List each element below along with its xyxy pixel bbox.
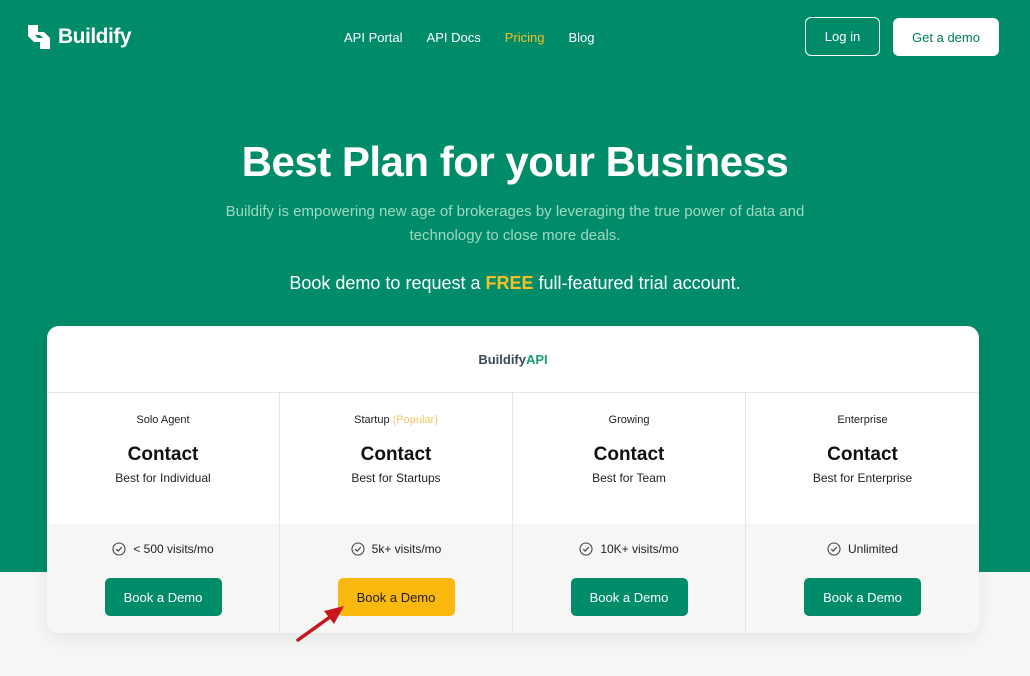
hero-subtitle: Buildify is empowering new age of broker… <box>225 203 805 244</box>
nav-pricing[interactable]: Pricing <box>493 29 557 47</box>
red-arrow-icon <box>296 606 344 642</box>
plan-name: Enterprise <box>746 414 979 428</box>
page-title: Best Plan for your Business <box>241 138 789 185</box>
plan-name-label: Startup <box>354 414 390 426</box>
card-brand-prefix: Buildify <box>478 351 526 367</box>
plan-feature: 5k+ visits/mo <box>280 541 512 557</box>
plan-feature: Unlimited <box>746 541 979 557</box>
book-demo-button-solo-agent[interactable]: Book a Demo <box>104 578 222 616</box>
login-button[interactable]: Log in <box>805 17 880 56</box>
plan-feature-label: 10K+ visits/mo <box>600 542 679 556</box>
plan-name: Solo Agent <box>47 414 279 428</box>
nav-blog[interactable]: Blog <box>556 29 606 47</box>
plan-header: Solo Agent Contact Best for Individual <box>47 393 279 524</box>
plan-feature: 10K+ visits/mo <box>513 541 745 557</box>
get-demo-button[interactable]: Get a demo <box>893 18 999 56</box>
plan-footer: < 500 visits/mo Book a Demo <box>47 524 279 633</box>
plan-feature: < 500 visits/mo <box>47 541 279 557</box>
plan-description: Best for Startups <box>351 471 441 485</box>
plans-row: Solo Agent Contact Best for Individual <… <box>47 393 979 633</box>
cta-text-before: Book demo to request a <box>289 273 486 293</box>
logo[interactable]: Buildify <box>26 22 132 52</box>
plan-footer: Unlimited Book a Demo <box>746 524 979 633</box>
check-circle-icon <box>827 542 841 556</box>
cta-text-after: full-featured trial account. <box>533 273 741 293</box>
plan-price: Contact <box>360 444 432 465</box>
brand-name: Buildify <box>58 25 132 48</box>
plan-enterprise: Enterprise Contact Best for Enterprise U… <box>746 393 979 633</box>
plan-footer: 10K+ visits/mo Book a Demo <box>513 524 745 633</box>
plan-solo-agent: Solo Agent Contact Best for Individual <… <box>47 393 280 633</box>
hero-cta-text: Book demo to request a FREE full-feature… <box>0 273 1030 294</box>
book-demo-button-enterprise[interactable]: Book a Demo <box>804 578 921 616</box>
plan-header: Growing Contact Best for Team <box>513 393 745 524</box>
book-demo-button-growing[interactable]: Book a Demo <box>570 578 688 616</box>
card-header: Buildify API <box>47 326 979 393</box>
plan-feature-label: 5k+ visits/mo <box>371 542 442 556</box>
popular-tag: (Popular) <box>392 414 438 426</box>
nav-api-docs[interactable]: API Docs <box>415 29 493 47</box>
card-brand-suffix: API <box>526 351 548 367</box>
plan-startup: Startup (Popular) Contact Best for Start… <box>280 393 513 633</box>
pricing-card: Buildify API Solo Agent Contact Best for … <box>47 326 979 633</box>
plan-name-label: Growing <box>608 414 650 426</box>
check-circle-icon <box>579 542 593 556</box>
plan-price: Contact <box>593 444 665 465</box>
plan-price: Contact <box>827 444 898 465</box>
plan-growing: Growing Contact Best for Team 10K+ visit… <box>513 393 746 633</box>
plan-price: Contact <box>127 444 199 465</box>
plan-header: Enterprise Contact Best for Enterprise <box>746 393 979 524</box>
plan-name-label: Enterprise <box>837 414 888 426</box>
book-demo-button-startup[interactable]: Book a Demo <box>337 578 455 616</box>
plan-name-label: Solo Agent <box>136 414 190 426</box>
plan-description: Best for Individual <box>115 471 211 485</box>
plan-header: Startup (Popular) Contact Best for Start… <box>280 393 512 524</box>
nav-api-portal[interactable]: API Portal <box>344 29 415 47</box>
cta-free-highlight: FREE <box>485 273 534 293</box>
check-circle-icon <box>351 542 365 556</box>
buildify-logo-icon <box>28 25 50 49</box>
plan-description: Best for Enterprise <box>812 471 913 485</box>
plan-feature-label: Unlimited <box>847 542 898 556</box>
plan-feature-label: < 500 visits/mo <box>133 542 214 556</box>
plan-description: Best for Team <box>592 471 666 485</box>
plan-name: Growing <box>513 414 745 428</box>
plan-name: Startup (Popular) <box>280 414 512 428</box>
main-nav: API Portal API Docs Pricing Blog <box>344 29 607 47</box>
check-circle-icon <box>112 542 126 556</box>
